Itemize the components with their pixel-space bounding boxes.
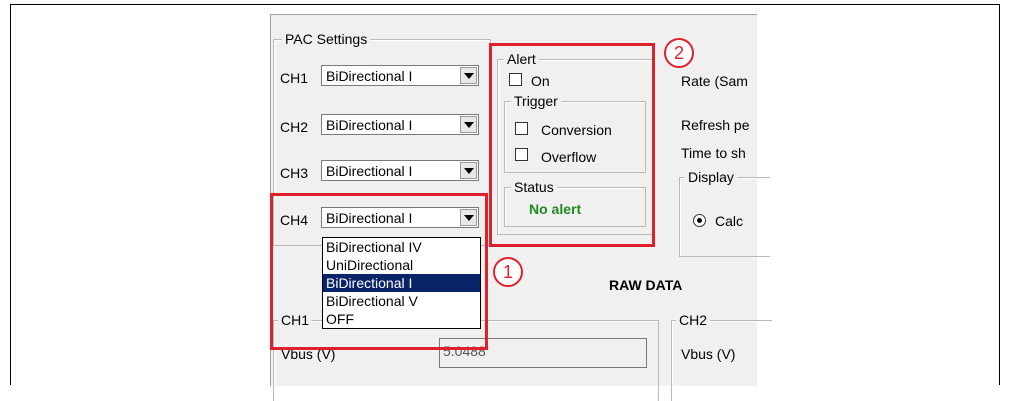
ch1-mode-value: BiDirectional I [326, 68, 413, 84]
chevron-down-icon[interactable] [460, 162, 477, 179]
refresh-period-label: Refresh pe [681, 117, 750, 133]
calculated-label: Calc [715, 213, 744, 229]
ch3-mode-value: BiDirectional I [326, 163, 413, 179]
callout-1-badge: 1 [493, 257, 523, 287]
time-to-show-label: Time to sh [681, 145, 746, 161]
ch2-vbus-label: Vbus (V) [681, 346, 736, 362]
pac-settings-title: PAC Settings [282, 31, 371, 47]
ch2-mode-select[interactable]: BiDirectional I [321, 114, 479, 135]
highlight-box-2 [489, 43, 655, 247]
callout-2-badge: 2 [664, 38, 694, 68]
highlight-box-1 [270, 193, 488, 350]
chevron-down-icon[interactable] [460, 67, 477, 84]
ch2-label: CH2 [280, 119, 309, 135]
ch1-mode-select[interactable]: BiDirectional I [321, 65, 479, 86]
ch3-mode-select[interactable]: BiDirectional I [321, 160, 479, 181]
display-title: Display [685, 169, 737, 185]
sample-rate-label: Rate (Sam [681, 73, 748, 89]
ch2-raw-title: CH2 [676, 312, 711, 328]
calculated-radio[interactable] [693, 214, 706, 227]
chevron-down-icon[interactable] [460, 116, 477, 133]
raw-data-title: RAW DATA [609, 277, 683, 293]
ch3-label: CH3 [280, 165, 309, 181]
ch2-mode-value: BiDirectional I [326, 117, 413, 133]
ch1-label: CH1 [280, 70, 309, 86]
